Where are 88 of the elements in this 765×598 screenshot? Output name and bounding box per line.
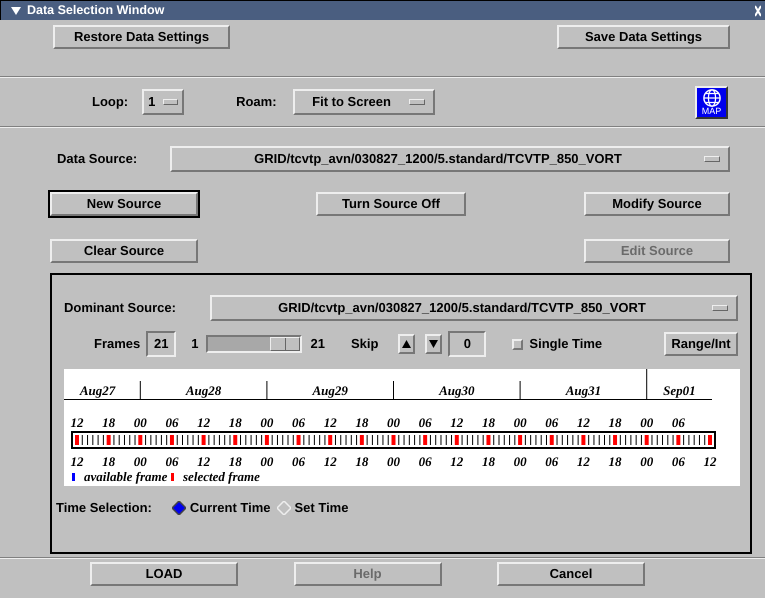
time-label: 18: [228, 454, 242, 469]
time-label: 12: [450, 415, 464, 430]
loop-dropdown[interactable]: 1: [142, 89, 184, 115]
time-label: 06: [418, 415, 432, 430]
day-label: Aug30: [439, 383, 474, 398]
decrement-button[interactable]: [425, 334, 442, 354]
time-label: 12: [70, 415, 84, 430]
dialog-button[interactable]: LOAD: [90, 562, 238, 586]
source-button[interactable]: Modify Source: [584, 192, 730, 216]
day-label: Sep01: [663, 383, 696, 398]
time-selection-label: Time Selection:: [56, 499, 152, 517]
time-label: 06: [545, 415, 558, 430]
time-label: 06: [292, 454, 306, 469]
down-triangle-icon: [429, 340, 438, 348]
time-option[interactable]: Set Time: [276, 498, 348, 518]
time-label: 18: [102, 415, 116, 430]
time-label: 12: [576, 415, 590, 430]
frames-label: Frames: [94, 335, 140, 354]
dominant-source-dropdown[interactable]: GRID/tcvtp_avn/030827_1200/5.standard/TCVTP_850_VORT: [210, 295, 738, 321]
time-label: 18: [482, 415, 495, 430]
time-label: 12: [450, 454, 464, 469]
time-label: 00: [134, 454, 147, 469]
time-label: 12: [704, 454, 716, 469]
dialog-button[interactable]: Cancel: [497, 562, 645, 586]
time-label: 00: [514, 454, 527, 469]
time-option[interactable]: Current Time: [172, 498, 271, 518]
time-label: 00: [640, 454, 654, 469]
time-label: 18: [102, 454, 116, 469]
time-label: 18: [608, 454, 622, 469]
single-time-checkbox[interactable]: [512, 338, 524, 350]
globe-icon: [702, 88, 720, 106]
time-label: 00: [260, 415, 274, 430]
up-triangle-icon: [402, 340, 412, 348]
time-label: 12: [324, 454, 337, 469]
time-label: 12: [324, 415, 337, 430]
time-label: 06: [672, 415, 685, 430]
time-label: 00: [640, 415, 654, 430]
day-label: Aug28: [186, 383, 222, 398]
day-label: Aug31: [566, 383, 602, 398]
source-button[interactable]: New Source: [50, 192, 198, 216]
time-label: 12: [197, 415, 210, 430]
time-label: 06: [545, 454, 558, 469]
single-time-label: Single Time: [529, 335, 602, 354]
dominant-source-label: Dominant Source:: [64, 299, 176, 318]
slider-max-label: 21: [310, 335, 325, 354]
time-label: 18: [608, 415, 622, 430]
day-label: Aug27: [80, 383, 116, 398]
data-source-dropdown[interactable]: GRID/tcvtp_avn/030827_1200/5.standard/TCVTP_850_VORT: [170, 146, 730, 172]
slider-min-label: 1: [191, 335, 198, 354]
skip-label: Skip: [350, 335, 378, 354]
time-label: 06: [672, 454, 685, 469]
close-icon[interactable]: [755, 4, 761, 16]
time-label: 06: [165, 415, 178, 430]
roam-label: Roam:: [236, 93, 277, 112]
slider-thumb[interactable]: [270, 337, 300, 351]
time-label: 06: [418, 454, 432, 469]
time-label: 00: [387, 454, 400, 469]
range-interval-button[interactable]: Range/Int: [664, 332, 738, 356]
data-source-label: Data Source:: [57, 150, 138, 168]
time-label: 06: [165, 454, 178, 469]
time-label: 00: [134, 415, 147, 430]
time-label: 06: [292, 415, 306, 430]
time-label: 18: [355, 415, 368, 430]
source-button[interactable]: Clear Source: [50, 239, 198, 263]
time-label: 12: [576, 454, 590, 469]
map-button[interactable]: MAP: [695, 86, 728, 118]
radio-diamond-icon[interactable]: [172, 500, 186, 515]
skip-value-field[interactable]: 0: [448, 331, 486, 357]
time-label: 00: [514, 415, 527, 430]
increment-button[interactable]: [398, 334, 416, 354]
collapse-triangle-icon[interactable]: [11, 6, 21, 14]
loop-label: Loop:: [92, 93, 128, 112]
time-label: 12: [197, 454, 210, 469]
time-label: 00: [387, 415, 400, 430]
roam-dropdown[interactable]: Fit to Screen: [292, 89, 435, 115]
settings-button[interactable]: Save Data Settings: [557, 25, 730, 49]
legend-label: selected frame: [183, 469, 260, 484]
time-label: 18: [482, 454, 495, 469]
time-label: 18: [355, 454, 368, 469]
window-title: Data Selection Window: [27, 2, 166, 20]
source-button[interactable]: Turn Source Off: [316, 192, 466, 216]
time-label: 00: [260, 454, 274, 469]
settings-button[interactable]: Restore Data Settings: [53, 25, 230, 49]
time-label: 18: [228, 415, 242, 430]
time-label: 12: [70, 454, 84, 469]
legend-label: available frame: [84, 469, 168, 484]
day-label: Aug29: [312, 383, 348, 398]
frames-value-field[interactable]: 21: [146, 331, 176, 357]
